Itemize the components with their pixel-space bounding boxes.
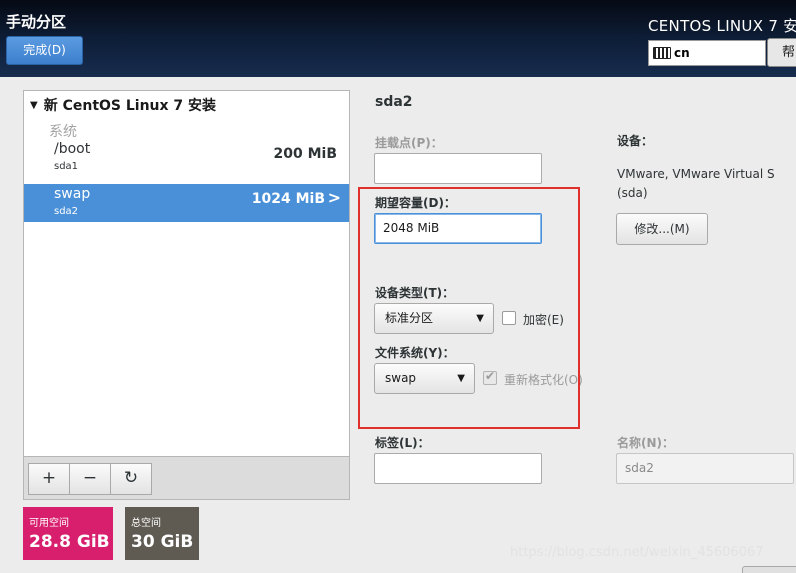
available-space-label: 可用空间	[29, 518, 69, 529]
device-description: VMware, VMware Virtual S (sda)	[617, 165, 775, 203]
highlight-annotation-box	[358, 187, 580, 429]
name-label: 名称(N)：	[617, 436, 675, 450]
partition-size-label: 200 MiB	[273, 146, 338, 162]
chevron-right-icon: >	[327, 188, 341, 207]
total-space-label: 总空间	[131, 518, 161, 529]
keyboard-layout-indicator[interactable]: cn	[648, 40, 766, 66]
total-space-box: 总空间 30 GiB	[125, 507, 199, 560]
partition-device-label: sda1	[54, 161, 79, 172]
device-description-line: (sda)	[617, 186, 648, 200]
name-input[interactable]: sda2	[616, 453, 794, 484]
system-section-label: 系统	[49, 124, 77, 140]
install-group-label: 新 CentOS Linux 7 安装	[43, 98, 217, 114]
partition-row-boot[interactable]: /boot sda1 200 MiB	[24, 139, 349, 177]
available-space-box: 可用空间 28.8 GiB	[23, 507, 113, 560]
device-description-line: VMware, VMware Virtual S	[617, 167, 775, 181]
remove-partition-button[interactable]: −	[69, 463, 111, 495]
bottom-right-button[interactable]	[742, 566, 796, 573]
partition-device-label: sda2	[54, 206, 79, 217]
header-bar: 手动分区 完成(D) CENTOS LINUX 7 安装 cn 帮	[0, 0, 796, 77]
help-button[interactable]: 帮	[767, 38, 796, 67]
partition-list-panel: ▼ 新 CentOS Linux 7 安装 系统 /boot sda1 200 M…	[23, 90, 350, 500]
partition-mount-label: swap	[54, 186, 91, 202]
tag-label: 标签(L)：	[375, 436, 430, 450]
partition-row-swap[interactable]: swap sda2 1024 MiB >	[24, 184, 349, 222]
keyboard-icon	[653, 47, 671, 59]
mount-point-input[interactable]	[374, 153, 542, 184]
keyboard-layout-label: cn	[674, 46, 690, 60]
tag-input[interactable]	[374, 453, 542, 484]
page-title: 手动分区	[6, 13, 67, 31]
install-title: CENTOS LINUX 7 安装	[648, 17, 796, 35]
available-space-value: 28.8 GiB	[29, 532, 110, 552]
modify-device-button[interactable]: 修改...(M)	[616, 213, 708, 245]
partition-heading: sda2	[375, 94, 413, 110]
expander-triangle-icon: ▼	[30, 100, 38, 111]
mount-point-label: 挂载点(P)：	[375, 136, 443, 150]
watermark-text: https://blog.csdn.net/weixin_45606067	[510, 545, 764, 560]
refresh-button[interactable]: ↻	[110, 463, 152, 495]
partition-size-label: 1024 MiB	[251, 191, 325, 207]
device-heading: 设备：	[617, 134, 654, 148]
partition-toolbar: + − ↻	[24, 456, 349, 499]
done-button[interactable]: 完成(D)	[6, 36, 83, 65]
install-group-header[interactable]: ▼ 新 CentOS Linux 7 安装	[30, 95, 216, 115]
add-partition-button[interactable]: +	[28, 463, 70, 495]
total-space-value: 30 GiB	[131, 532, 194, 552]
partition-mount-label: /boot	[54, 141, 91, 157]
